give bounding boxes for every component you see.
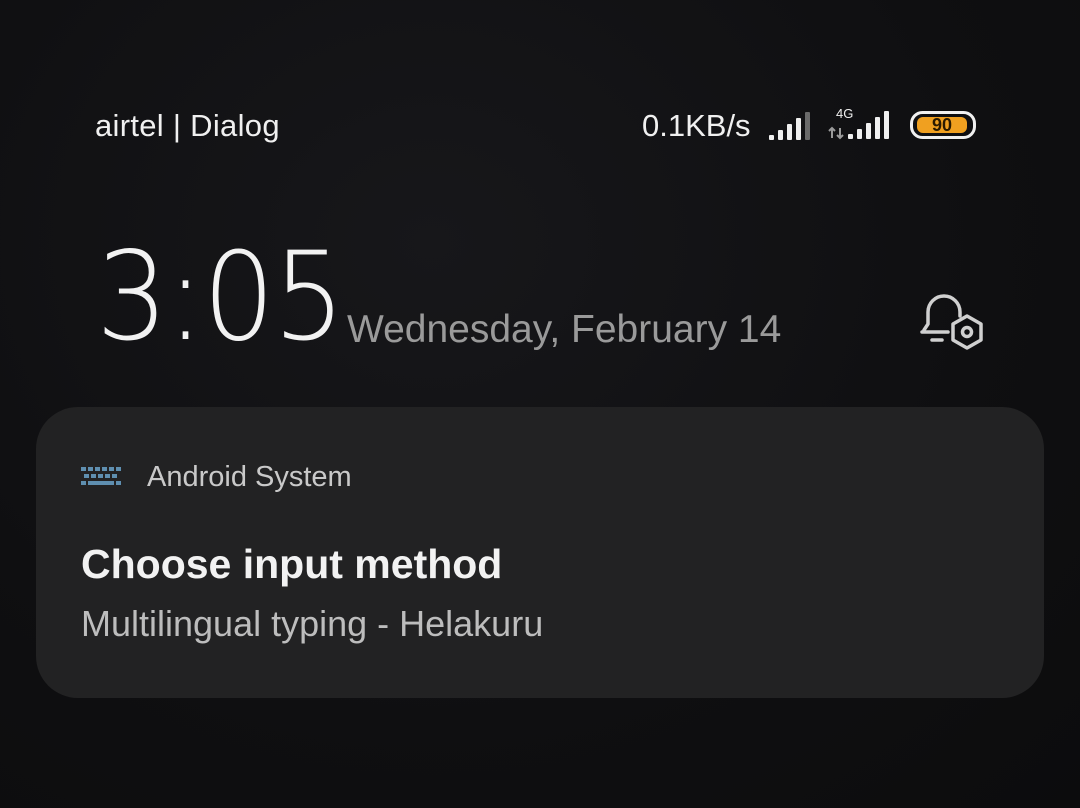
notification-title: Choose input method: [81, 541, 503, 587]
notification-app-name: Android System: [147, 461, 352, 493]
notification-text: Multilingual typing - Helakuru: [81, 603, 544, 644]
network-type-label: 4G: [836, 106, 853, 121]
alarm-settings-icon[interactable]: [918, 290, 988, 354]
status-bar: airtel | Dialog 0.1KB/s 4G 90: [0, 0, 1080, 160]
keyboard-icon: [81, 467, 121, 485]
network-speed: 0.1KB/s: [642, 108, 751, 143]
clock-time: 3:05: [96, 226, 345, 368]
signal-strength-icon: [769, 112, 810, 140]
battery-level: 90: [917, 116, 967, 134]
battery-icon: 90: [910, 111, 976, 139]
clock-date: Wednesday, February 14: [347, 308, 782, 351]
signal-strength-4g-icon: 4G: [828, 106, 889, 140]
notification-card[interactable]: Android System Choose input method Multi…: [36, 407, 1044, 698]
carrier-name: airtel | Dialog: [95, 108, 280, 143]
lock-screen: airtel | Dialog 0.1KB/s 4G 90 3:05 Wedne…: [0, 0, 1080, 808]
